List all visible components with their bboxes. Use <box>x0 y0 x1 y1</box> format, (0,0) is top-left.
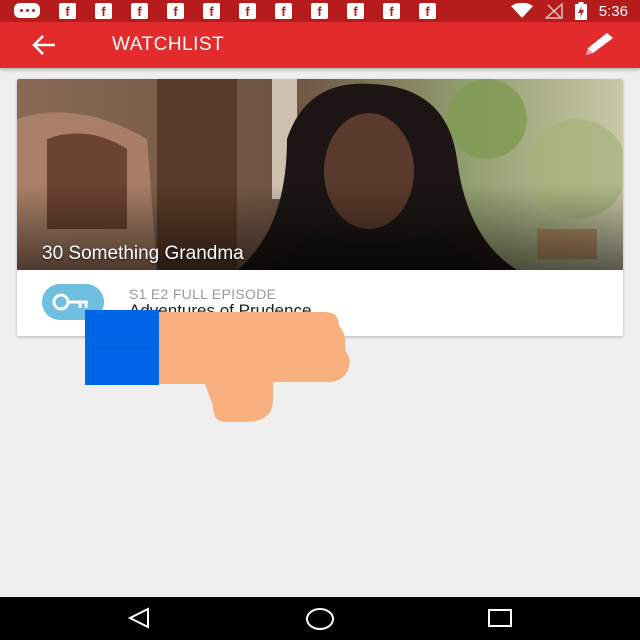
back-triangle-icon[interactable] <box>126 607 152 629</box>
battery-icon <box>574 2 587 20</box>
facebook-icon: f <box>275 3 292 19</box>
messenger-icon <box>14 3 40 18</box>
facebook-icon: f <box>59 3 76 19</box>
facebook-icon: f <box>131 3 148 19</box>
facebook-icon: f <box>383 3 400 19</box>
facebook-icon: f <box>203 3 220 19</box>
facebook-icon: f <box>419 3 436 19</box>
status-bar: f f f f f f f f f f f 5:36 <box>0 0 640 22</box>
show-thumbnail <box>17 79 623 270</box>
page-title: WATCHLIST <box>112 34 225 55</box>
recents-square-icon[interactable] <box>486 607 514 629</box>
status-time: 5:36 <box>598 2 628 20</box>
pencil-icon <box>586 33 613 55</box>
notification-icons: f f f f f f f f f f f <box>14 3 436 19</box>
show-title: 30 Something Grandma <box>42 243 244 264</box>
thumbs-down-icon <box>85 310 350 422</box>
facebook-icon: f <box>347 3 364 19</box>
no-signal-icon <box>544 3 563 19</box>
facebook-icon: f <box>95 3 112 19</box>
facebook-icon: f <box>311 3 328 19</box>
episode-meta: S1 E2 FULL EPISODE <box>129 286 277 302</box>
navigation-bar <box>0 597 640 640</box>
back-button[interactable] <box>30 33 58 57</box>
facebook-icon: f <box>239 3 256 19</box>
wifi-icon <box>510 3 533 18</box>
arrow-left-icon <box>32 35 55 55</box>
app-bar: WATCHLIST <box>0 22 640 68</box>
watchlist-item[interactable]: 30 Something Grandma S1 E2 FULL EPISODE … <box>17 79 623 336</box>
edit-button[interactable] <box>580 31 616 59</box>
home-circle-icon[interactable] <box>305 606 335 632</box>
system-icons: 5:36 <box>510 0 628 22</box>
facebook-icon: f <box>167 3 184 19</box>
